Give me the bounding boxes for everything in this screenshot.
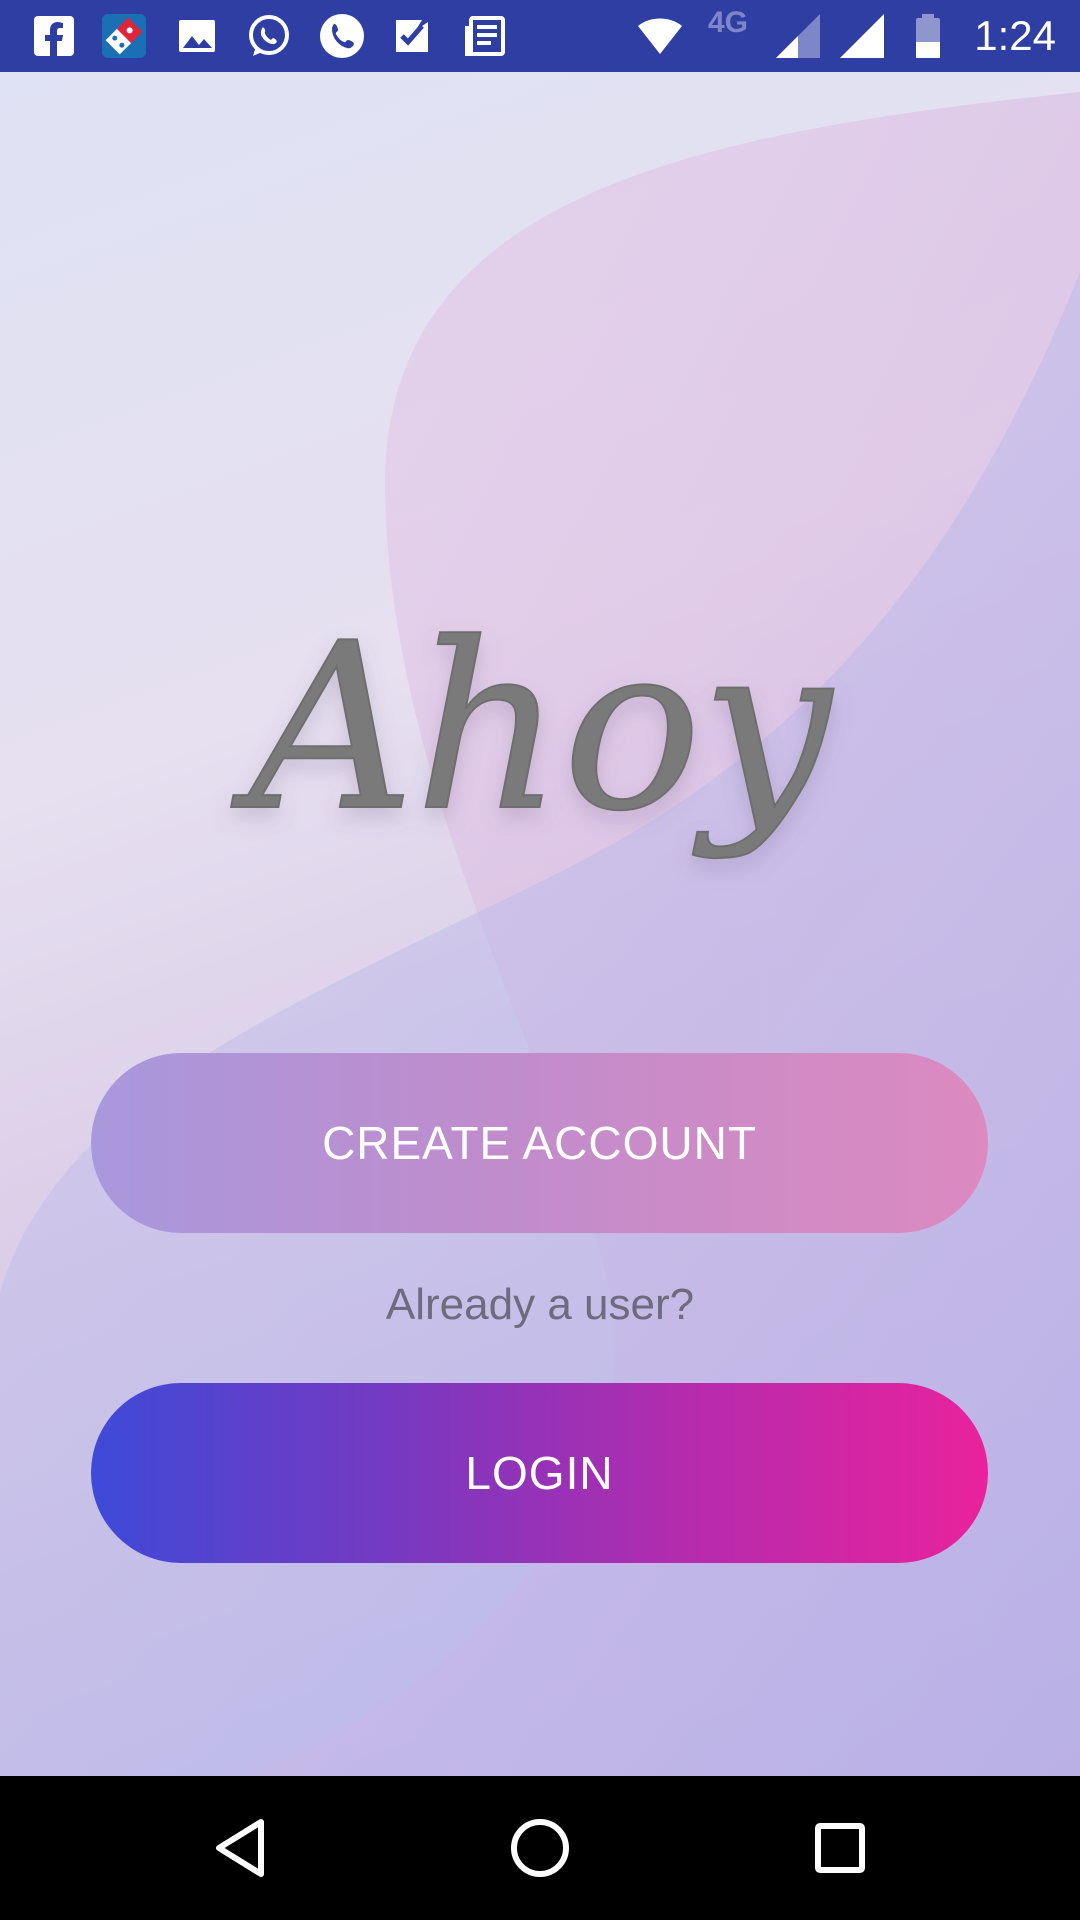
dominos-icon [100, 12, 148, 60]
signal-icon [838, 12, 886, 60]
status-bar: 4G 1:24 [0, 0, 1080, 72]
gallery-icon [173, 12, 221, 60]
already-user-text: Already a user? [385, 1280, 695, 1329]
app-welcome-screen: Ahoy CREATE ACCOUNT Already a user? LOGI… [0, 72, 1080, 1776]
signal-icon [774, 12, 822, 60]
wifi-icon [636, 12, 684, 60]
phone-icon [318, 12, 366, 60]
battery-icon [904, 12, 952, 60]
navigation-bar [0, 1776, 1080, 1920]
app-logo: Ahoy [0, 502, 1080, 962]
whatsapp-icon [245, 12, 293, 60]
logo-text: Ahoy [231, 595, 835, 862]
back-icon[interactable] [205, 1812, 277, 1884]
network-type-label: 4G [708, 6, 749, 39]
recents-icon[interactable] [804, 1812, 876, 1884]
news-icon [461, 12, 509, 60]
clock: 1:24 [974, 12, 1056, 59]
facebook-icon [30, 12, 78, 60]
login-button[interactable]: LOGIN [91, 1383, 988, 1563]
create-account-button[interactable]: CREATE ACCOUNT [91, 1053, 988, 1233]
tasks-icon [390, 12, 438, 60]
home-icon[interactable] [504, 1812, 576, 1884]
phone-screen: 4G 1:24 Ahoy CREATE ACCOUNT Already a us… [0, 0, 1080, 1920]
